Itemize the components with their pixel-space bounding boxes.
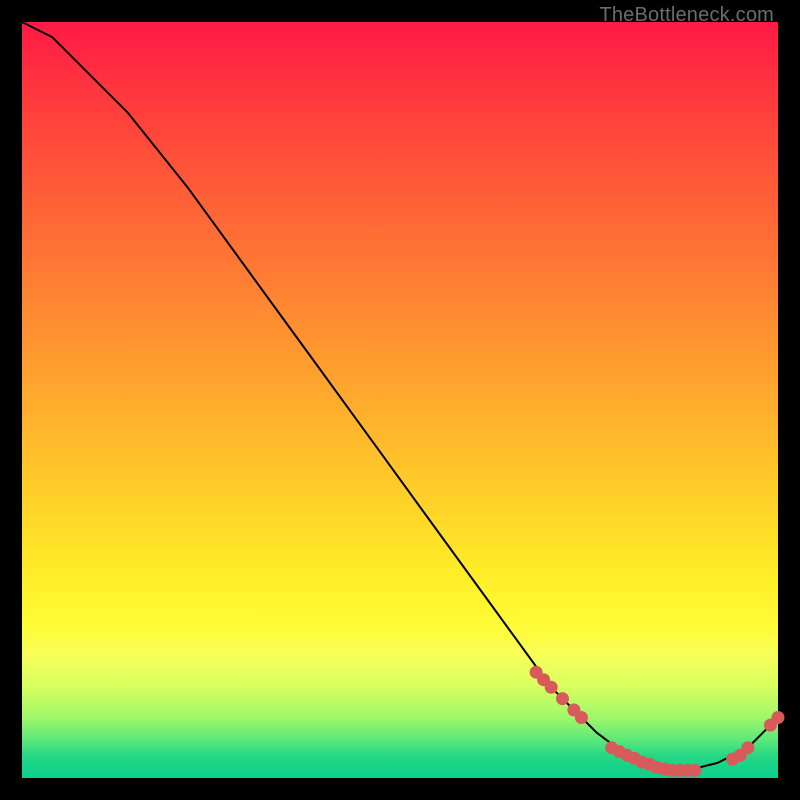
highlight-dot <box>772 711 785 724</box>
bottleneck-curve <box>22 22 778 770</box>
highlight-dot <box>741 741 754 754</box>
watermark-label: TheBottleneck.com <box>599 4 774 27</box>
highlight-dot <box>556 692 569 705</box>
highlight-dot <box>575 711 588 724</box>
highlight-dot <box>688 764 701 777</box>
chart-stage: TheBottleneck.com <box>0 0 800 800</box>
highlight-dot <box>545 681 558 694</box>
chart-overlay-svg <box>22 22 778 778</box>
highlight-dots <box>530 666 785 777</box>
